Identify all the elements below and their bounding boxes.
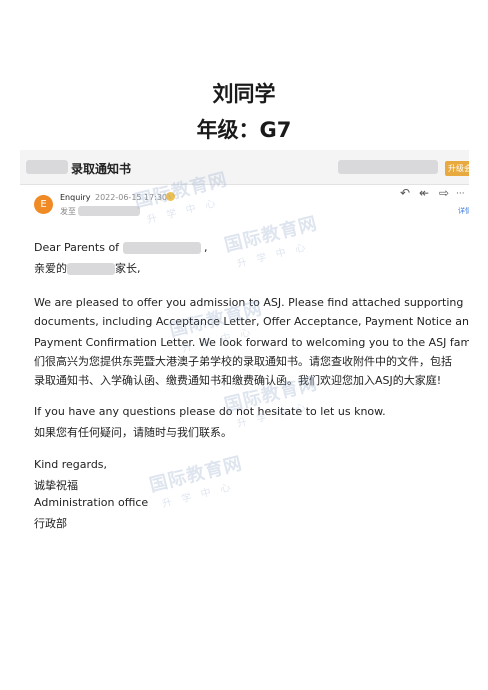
greeting-en-text: Dear Parents of: [34, 241, 120, 254]
paragraph-1-line-1: We are pleased to offer you admission to…: [34, 296, 464, 309]
greeting-en: Dear Parents of ,: [34, 241, 208, 254]
sender-avatar: E: [34, 195, 53, 214]
to-label: 发至: [60, 207, 76, 216]
closing-en: Kind regards,: [34, 458, 108, 471]
redacted-student-name: [122, 242, 201, 254]
student-name: 刘同学: [212, 82, 276, 106]
grade-label: 年级：G7: [196, 118, 292, 142]
flag-icon[interactable]: [166, 192, 175, 201]
paragraph-1-line-3: Payment Confirmation Letter. We look for…: [34, 336, 469, 349]
email-subject: 录取通知书: [71, 162, 132, 176]
watermark-2: 国际教育网 升学中心: [222, 212, 320, 271]
forward-icon[interactable]: ⇨: [439, 186, 449, 200]
greeting-cn: 亲爱的 家长,: [34, 260, 141, 276]
upgrade-badge[interactable]: 升级会: [445, 161, 469, 176]
paragraph-1-line-2: documents, including Acceptance Letter, …: [34, 315, 469, 328]
more-icon[interactable]: ···: [456, 189, 465, 199]
paragraph-2-line-1: If you have any questions please do not …: [34, 405, 386, 418]
watermark-5: 国际教育网 升学中心: [147, 452, 245, 511]
greeting-cn-end: 家长,: [115, 262, 141, 275]
email-date: 2022-06-15 17:30: [95, 193, 168, 202]
redacted-student-name-cn: [67, 263, 115, 275]
office-cn: 行政部: [34, 517, 67, 530]
redacted-mailbox: [338, 160, 438, 174]
sender-name[interactable]: Enquiry: [60, 193, 91, 202]
greeting-cn-start: 亲爱的: [34, 262, 67, 275]
closing-cn: 诚挚祝福: [34, 479, 78, 492]
paragraph-1-line-5: 录取通知书、入学确认函、缴费通知书和缴费确认函。我们欢迎您加入ASJ的大家庭!: [34, 374, 442, 387]
details-link[interactable]: 详情: [458, 206, 469, 216]
greeting-en-comma: ,: [204, 241, 208, 254]
email-screenshot: 录取通知书 升级会 E Enquiry 2022-06-15 17:30 发至 …: [20, 150, 469, 541]
reply-all-icon[interactable]: ↞: [419, 186, 429, 200]
redacted-subject-prefix: [26, 160, 68, 174]
redacted-recipient: [78, 206, 140, 216]
paragraph-1-line-4: 们很高兴为您提供东莞暨大港澳子弟学校的录取通知书。请您查收附件中的文件，包括: [34, 355, 452, 368]
office-en: Administration office: [34, 496, 149, 509]
paragraph-2-line-2: 如果您有任何疑问，请随时与我们联系。: [34, 426, 232, 439]
reply-icon[interactable]: ↶: [400, 186, 410, 200]
subject-bar: 录取通知书 升级会: [20, 150, 469, 185]
